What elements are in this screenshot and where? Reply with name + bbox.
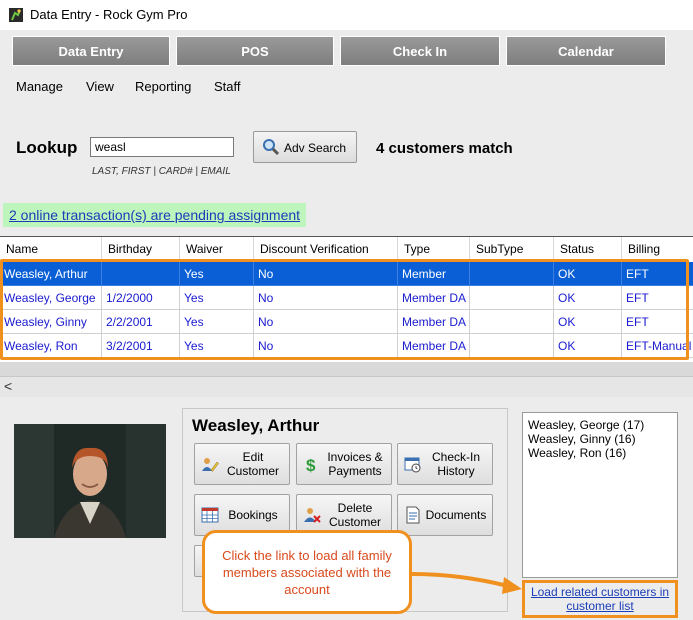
table-row[interactable]: Weasley, Ron 3/2/2001 Yes No Member DA O… xyxy=(0,334,693,358)
edit-customer-label: Edit Customer xyxy=(226,450,279,478)
column-header-birthday[interactable]: Birthday xyxy=(102,237,180,261)
grid-empty-area xyxy=(0,362,693,376)
annotation-callout: Click the link to load all family member… xyxy=(202,530,412,614)
column-header-status[interactable]: Status xyxy=(554,237,622,261)
cell-waiver: Yes xyxy=(180,334,254,358)
column-header-discount[interactable]: Discount Verification xyxy=(254,237,398,261)
menu-staff[interactable]: Staff xyxy=(214,79,241,94)
bookings-label: Bookings xyxy=(228,508,278,522)
cell-subtype xyxy=(470,334,554,358)
cell-type: Member DA xyxy=(398,334,470,358)
checkin-history-label: Check-In History xyxy=(431,450,481,478)
nav-pos-button[interactable]: POS xyxy=(176,36,334,66)
cell-birthday: 2/2/2001 xyxy=(102,310,180,334)
table-row[interactable]: Weasley, Arthur Yes No Member OK EFT xyxy=(0,262,693,286)
window-title: Data Entry - Rock Gym Pro xyxy=(30,7,188,22)
climber-icon xyxy=(9,8,23,22)
invoices-payments-button[interactable]: $ Invoices & Payments xyxy=(296,443,392,485)
scroll-left-icon[interactable]: < xyxy=(4,378,12,394)
customer-photo xyxy=(14,424,166,538)
cell-birthday: 1/2/2000 xyxy=(102,286,180,310)
calendar-clock-icon xyxy=(404,457,421,473)
lookup-input[interactable] xyxy=(90,137,234,157)
cell-name: Weasley, Arthur xyxy=(0,262,102,286)
documents-button[interactable]: Documents xyxy=(397,494,493,536)
nav-calendar-button[interactable]: Calendar xyxy=(506,36,666,66)
list-item[interactable]: Weasley, Ginny (16) xyxy=(528,432,636,446)
column-header-waiver[interactable]: Waiver xyxy=(180,237,254,261)
column-header-billing[interactable]: Billing xyxy=(622,237,693,261)
cell-discount: No xyxy=(254,262,398,286)
cell-discount: No xyxy=(254,286,398,310)
lookup-label: Lookup xyxy=(16,138,78,157)
documents-label: Documents xyxy=(425,508,487,522)
menu-reporting[interactable]: Reporting xyxy=(135,79,191,94)
customer-portrait-image xyxy=(14,424,166,538)
cell-type: Member DA xyxy=(398,286,470,310)
cell-waiver: Yes xyxy=(180,286,254,310)
list-item[interactable]: Weasley, George (17) xyxy=(528,418,644,432)
list-item[interactable]: Weasley, Ron (16) xyxy=(528,446,626,460)
document-icon xyxy=(406,506,420,524)
cell-billing: EFT xyxy=(622,262,693,286)
pencil-person-icon xyxy=(202,458,219,472)
cell-birthday: 3/2/2001 xyxy=(102,334,180,358)
column-header-name[interactable]: Name xyxy=(0,237,102,261)
calendar-grid-icon xyxy=(201,507,219,523)
invoices-payments-label: Invoices & Payments xyxy=(327,450,383,478)
title-bar: Data Entry - Rock Gym Pro xyxy=(0,0,693,30)
adv-search-button[interactable]: Adv Search xyxy=(253,131,357,163)
cell-discount: No xyxy=(254,310,398,334)
cell-billing: EFT xyxy=(622,286,693,310)
menu-manage[interactable]: Manage xyxy=(16,79,63,94)
nav-data-entry-button[interactable]: Data Entry xyxy=(12,36,170,66)
cell-billing: EFT-Manual xyxy=(622,334,693,358)
cell-waiver: Yes xyxy=(180,310,254,334)
delete-customer-label: Delete Customer xyxy=(328,501,381,529)
callout-arrow-icon xyxy=(411,572,522,594)
menu-view[interactable]: View xyxy=(86,79,114,94)
menu-bar: Manage View Reporting Staff xyxy=(0,74,693,100)
customer-grid: Name Birthday Waiver Discount Verificati… xyxy=(0,236,693,363)
cell-waiver: Yes xyxy=(180,262,254,286)
checkin-history-button[interactable]: Check-In History xyxy=(397,443,493,485)
cell-type: Member xyxy=(398,262,470,286)
match-count: 4 customers match xyxy=(376,140,513,157)
pending-transactions-link[interactable]: 2 online transaction(s) are pending assi… xyxy=(3,203,307,227)
related-customers-list[interactable]: Weasley, George (17) Weasley, Ginny (16)… xyxy=(522,412,678,578)
column-header-type[interactable]: Type xyxy=(398,237,470,261)
magnifier-icon xyxy=(263,139,280,156)
cell-subtype xyxy=(470,310,554,334)
cell-status: OK xyxy=(554,262,622,286)
callout-text: Click the link to load all family member… xyxy=(222,548,392,597)
svg-text:$: $ xyxy=(306,456,316,473)
dollar-icon: $ xyxy=(306,456,316,473)
horizontal-scrollbar[interactable]: < xyxy=(0,376,693,397)
lookup-hint: LAST, FIRST | CARD# | EMAIL xyxy=(92,166,231,177)
cell-name: Weasley, Ron xyxy=(0,334,102,358)
load-related-customers-link[interactable]: Load related customers in customer list xyxy=(525,585,675,613)
cell-status: OK xyxy=(554,310,622,334)
cell-discount: No xyxy=(254,334,398,358)
customer-name: Weasley, Arthur xyxy=(192,416,320,435)
cell-subtype xyxy=(470,286,554,310)
edit-customer-button[interactable]: Edit Customer xyxy=(194,443,290,485)
cell-type: Member DA xyxy=(398,310,470,334)
adv-search-label: Adv Search xyxy=(284,141,347,155)
nav-check-in-button[interactable]: Check In xyxy=(340,36,500,66)
table-row[interactable]: Weasley, Ginny 2/2/2001 Yes No Member DA… xyxy=(0,310,693,334)
table-row[interactable]: Weasley, George 1/2/2000 Yes No Member D… xyxy=(0,286,693,310)
person-x-icon xyxy=(304,508,321,523)
cell-subtype xyxy=(470,262,554,286)
column-header-subtype[interactable]: SubType xyxy=(470,237,554,261)
cell-status: OK xyxy=(554,334,622,358)
cell-name: Weasley, George xyxy=(0,286,102,310)
cell-birthday xyxy=(102,262,180,286)
cell-status: OK xyxy=(554,286,622,310)
cell-name: Weasley, Ginny xyxy=(0,310,102,334)
top-nav: Data Entry POS Check In Calendar xyxy=(0,30,693,74)
cell-billing: EFT xyxy=(622,310,693,334)
